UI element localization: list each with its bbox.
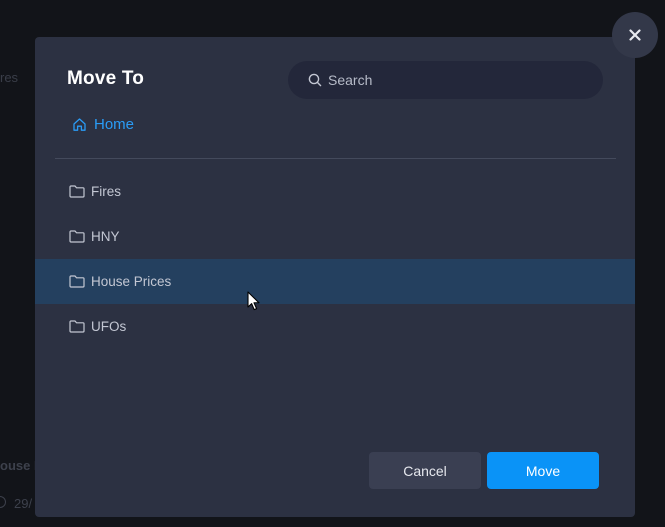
close-icon: [629, 29, 641, 41]
move-to-dialog: Move To Home Fires: [35, 37, 635, 517]
close-dialog-button[interactable]: [612, 12, 658, 58]
search-icon: [308, 73, 322, 87]
folder-icon: [69, 320, 85, 334]
divider: [55, 158, 616, 159]
search-input[interactable]: [328, 72, 568, 88]
cancel-button[interactable]: Cancel: [369, 452, 481, 489]
breadcrumb[interactable]: Home: [72, 116, 134, 133]
background-date-fragment: 29/: [14, 496, 33, 511]
background-text-fragment: ouse I: [0, 458, 38, 473]
folder-name: Fires: [91, 184, 121, 199]
home-icon: [72, 117, 87, 132]
move-button[interactable]: Move: [487, 452, 599, 489]
mouse-cursor-icon: [247, 291, 260, 311]
folder-item-house-prices[interactable]: House Prices: [35, 259, 635, 304]
folder-name: UFOs: [91, 319, 127, 334]
folder-item-hny[interactable]: HNY: [35, 214, 635, 259]
folder-item-ufos[interactable]: UFOs: [35, 304, 635, 349]
folder-item-fires[interactable]: Fires: [35, 169, 635, 214]
search-box[interactable]: [288, 61, 603, 99]
folder-name: House Prices: [91, 274, 172, 289]
dialog-title: Move To: [67, 68, 145, 89]
folder-name: HNY: [91, 229, 120, 244]
folder-icon: [69, 185, 85, 199]
background-icon-fragment: [0, 496, 6, 508]
background-text-fragment: res: [0, 70, 19, 85]
folder-icon: [69, 275, 85, 289]
folder-list: Fires HNY House Prices UFOs: [35, 169, 635, 349]
breadcrumb-home-label: Home: [94, 116, 135, 133]
folder-icon: [69, 230, 85, 244]
